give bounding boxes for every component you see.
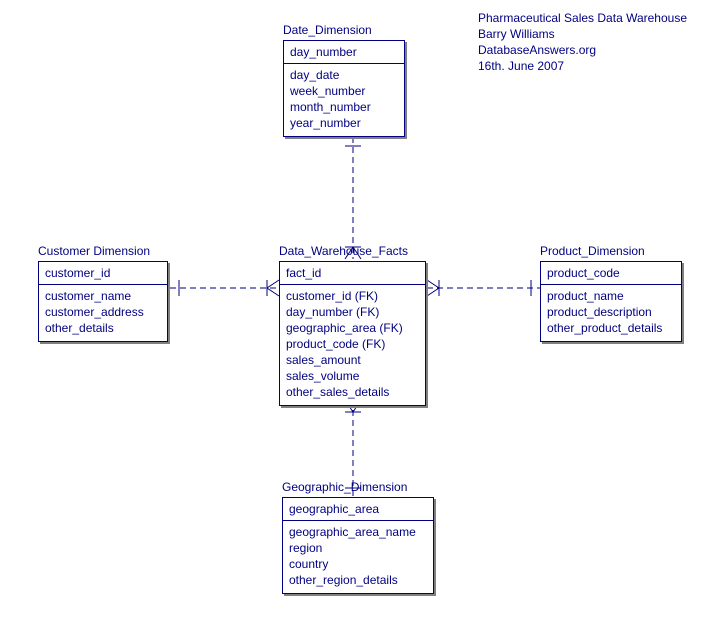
entity-date: day_number day_date week_number month_nu… bbox=[283, 40, 405, 137]
entity-title-facts: Data_Warehouse_Facts bbox=[279, 244, 408, 258]
attrs-customer: customer_name customer_address other_det… bbox=[39, 285, 167, 341]
entity-title-geographic: Geographic_Dimension bbox=[282, 480, 407, 494]
attrs-facts: customer_id (FK) day_number (FK) geograp… bbox=[280, 285, 425, 405]
pk-facts: fact_id bbox=[280, 262, 425, 285]
entity-title-date: Date_Dimension bbox=[283, 23, 372, 37]
meta-title: Pharmaceutical Sales Data Warehouse bbox=[478, 10, 687, 26]
attrs-geographic: geographic_area_name region country othe… bbox=[283, 521, 433, 593]
pk-date: day_number bbox=[284, 41, 404, 64]
entity-title-customer: Customer Dimension bbox=[38, 244, 150, 258]
entity-geographic: geographic_area geographic_area_name reg… bbox=[282, 497, 434, 594]
pk-geographic: geographic_area bbox=[283, 498, 433, 521]
entity-product: product_code product_name product_descri… bbox=[540, 261, 682, 342]
entity-customer: customer_id customer_name customer_addre… bbox=[38, 261, 168, 342]
entity-facts: fact_id customer_id (FK) day_number (FK)… bbox=[279, 261, 426, 406]
meta-site: DatabaseAnswers.org bbox=[478, 42, 687, 58]
pk-product: product_code bbox=[541, 262, 681, 285]
meta-author: Barry Williams bbox=[478, 26, 687, 42]
attrs-product: product_name product_description other_p… bbox=[541, 285, 681, 341]
attrs-date: day_date week_number month_number year_n… bbox=[284, 64, 404, 136]
entity-title-product: Product_Dimension bbox=[540, 244, 645, 258]
pk-customer: customer_id bbox=[39, 262, 167, 285]
meta-date: 16th. June 2007 bbox=[478, 58, 687, 74]
diagram-meta: Pharmaceutical Sales Data Warehouse Barr… bbox=[478, 10, 687, 74]
